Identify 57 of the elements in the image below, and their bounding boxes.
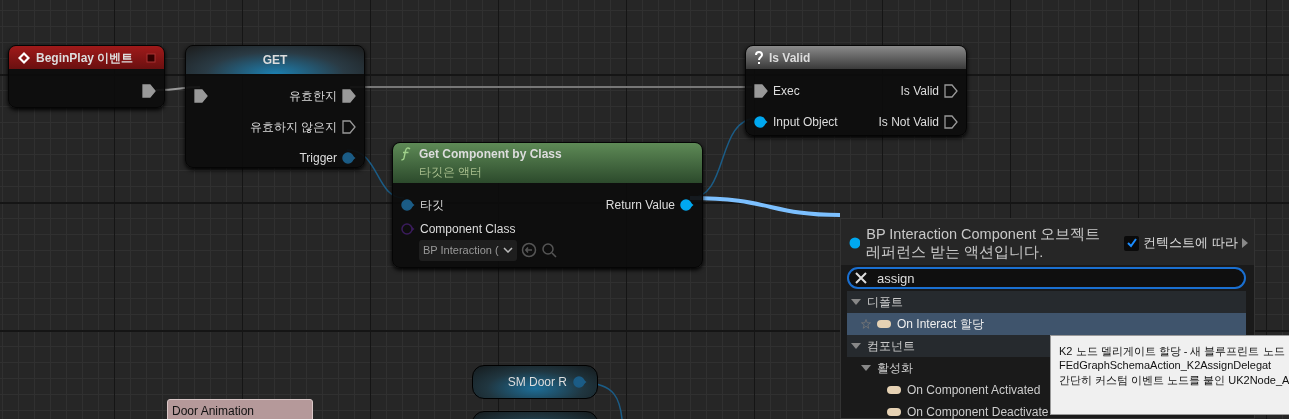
blueprint-node[interactable]: GET 유효한지 유효하지 않은지 Trigger — [185, 45, 365, 168]
context-checkbox[interactable] — [1124, 235, 1140, 251]
blueprint-node[interactable]: BeginPlay 이벤트 — [8, 45, 165, 108]
menu-title: BP Interaction Component 오브젝트 레퍼런스 받는 액션입니다. — [866, 225, 1102, 262]
node-title: Get Component by Class — [419, 146, 562, 163]
clear-icon[interactable] — [855, 272, 867, 285]
pin-label: Input Object — [773, 113, 838, 131]
pin-label: Exec — [773, 82, 800, 100]
delegate-icon — [877, 320, 891, 329]
variable-node[interactable]: SM Door R — [472, 365, 598, 399]
exec-pin[interactable] — [342, 119, 356, 134]
tooltip-line: FEdGraphSchemaAction_K2AssignDelegat — [1059, 358, 1273, 373]
collapse-arrow-icon — [851, 298, 861, 307]
collapse-arrow-icon — [861, 364, 871, 373]
search-field[interactable]: assign — [847, 267, 1246, 290]
delegate-icon — [887, 386, 901, 395]
pin-label: Component Class — [420, 221, 516, 238]
exec-pin[interactable] — [754, 83, 768, 98]
class-dropdown[interactable]: BP Interaction ( — [419, 240, 517, 261]
data-pin[interactable] — [754, 114, 768, 129]
action-item[interactable]: On Interact 할당 — [847, 313, 1246, 336]
node-title: Is Valid — [769, 49, 811, 67]
exec-pin[interactable] — [944, 83, 958, 98]
pin-label: Trigger — [299, 149, 337, 167]
search-input[interactable]: assign — [877, 268, 1177, 288]
favorite-star-icon[interactable] — [861, 319, 871, 330]
pin-label: Is Valid — [900, 82, 939, 100]
category-item[interactable]: 디폴트 — [847, 291, 1246, 314]
node-title: SM Door R — [507, 374, 567, 391]
checkbox-label: 컨텍스트에 따라 — [1143, 234, 1238, 253]
node-subtitle: 타깃은 액터 — [418, 164, 483, 181]
data-pin[interactable] — [680, 197, 694, 212]
collapse-arrow-icon — [851, 342, 861, 351]
search-icon[interactable] — [540, 242, 557, 259]
function-icon — [401, 147, 411, 161]
pin-label: Return Value — [605, 196, 675, 214]
exec-pin[interactable] — [194, 88, 208, 103]
question-icon — [754, 50, 764, 65]
pin-label: Is Not Valid — [878, 113, 939, 131]
exec-pin[interactable] — [944, 114, 958, 129]
event-icon — [17, 50, 31, 65]
object-pin-icon — [849, 237, 861, 250]
node-title: GET — [262, 52, 288, 69]
comment-box: Door Animation — [167, 399, 313, 419]
exec-pin[interactable] — [342, 88, 356, 103]
expand-arrow-icon[interactable] — [1242, 238, 1248, 249]
blueprint-node[interactable]: Get Component by Class 타깃은 액터 타깃 Component Class BP Interaction ( Return Value — [392, 142, 703, 268]
tooltip-line: 간단히 커스텀 이벤트 노드를 붙인 UK2Node_A — [1059, 372, 1289, 387]
caret-icon — [502, 247, 513, 254]
pin-label: 타깃 — [420, 196, 444, 214]
blueprint-node[interactable]: Is Valid Exec Input Object Is Valid Is Not Valid — [745, 45, 967, 136]
exec-pin[interactable] — [142, 83, 156, 98]
action-item[interactable]: On Component Deactivate — [847, 401, 1246, 419]
delegate-icon — [887, 408, 901, 417]
pin-label: 유효한지 — [289, 87, 337, 105]
node-title: BeginPlay 이벤트 — [36, 49, 134, 67]
pin-label: 유효하지 않은지 — [249, 118, 337, 136]
